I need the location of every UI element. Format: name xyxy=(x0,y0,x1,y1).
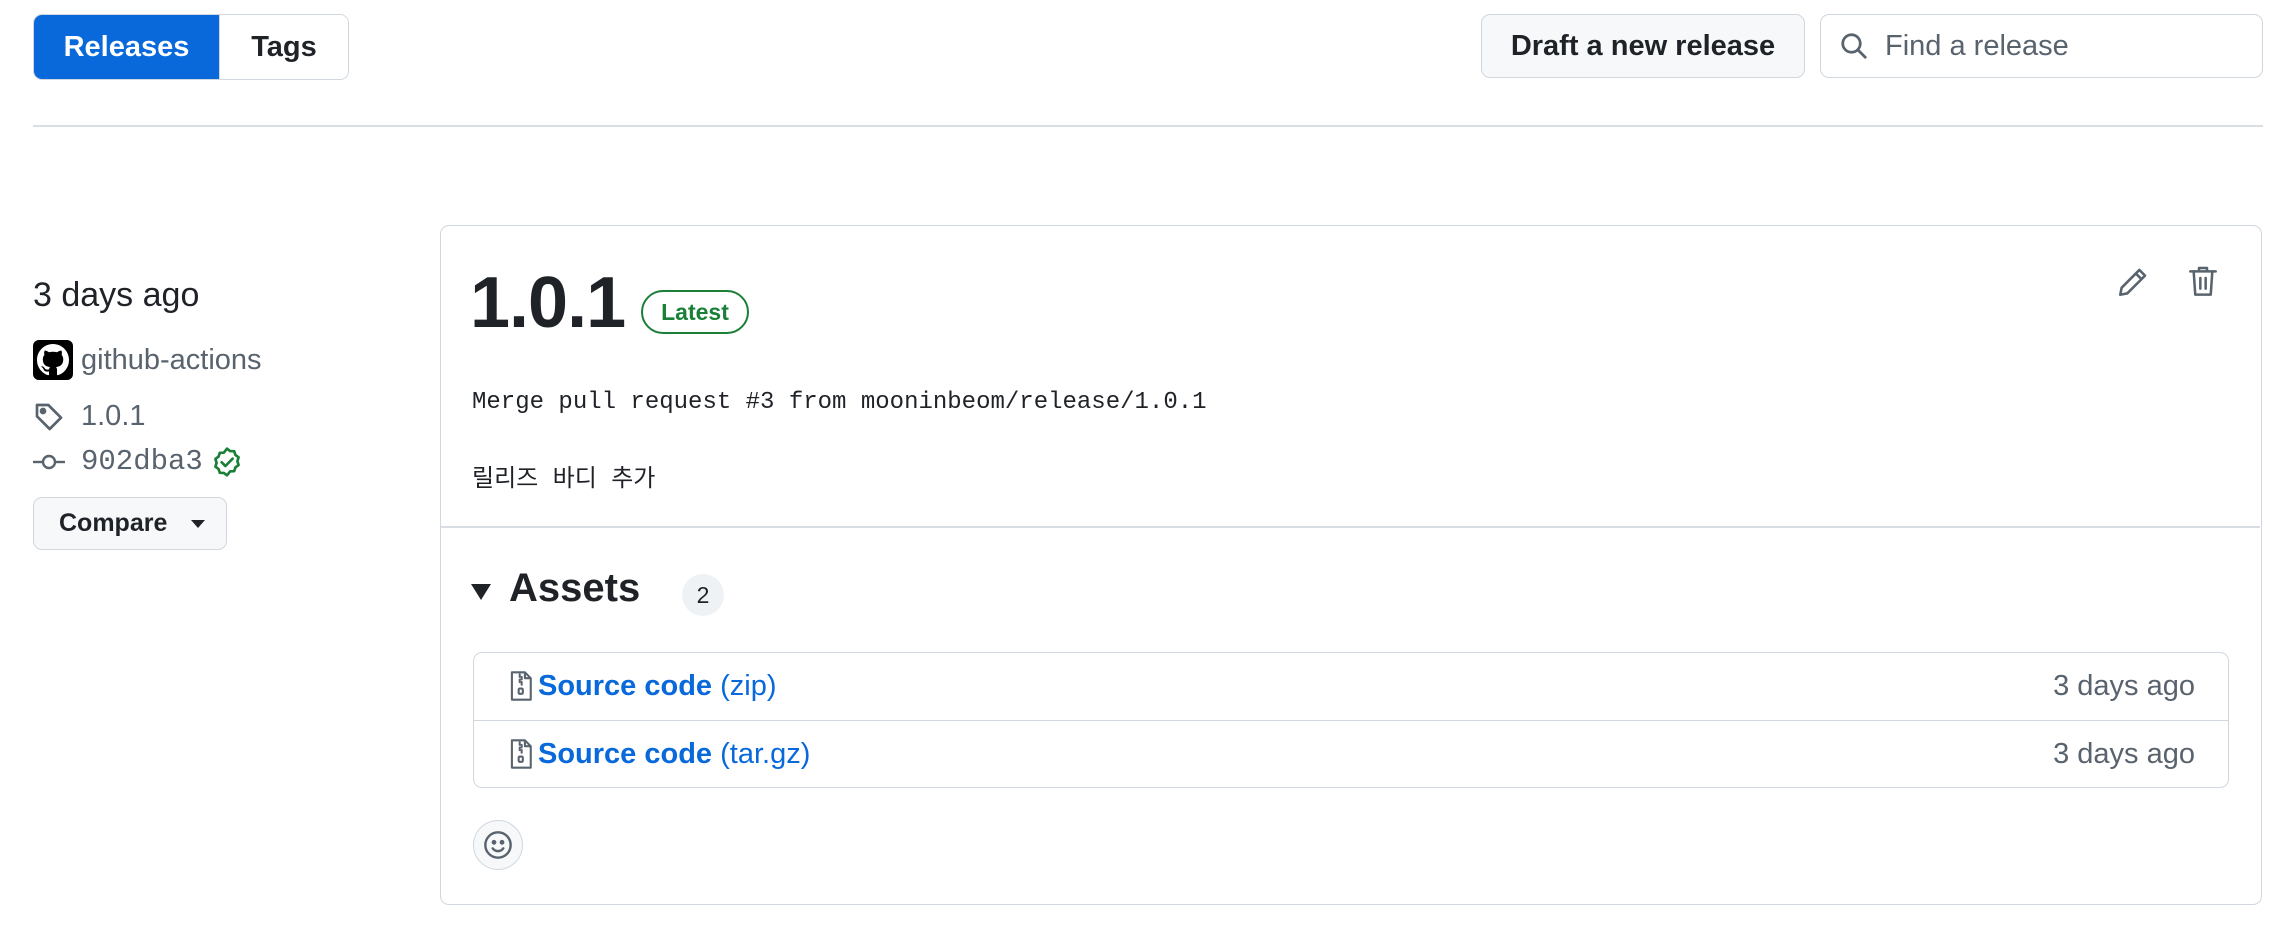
verified-check-icon[interactable] xyxy=(211,446,243,478)
card-divider xyxy=(441,526,2260,528)
release-body-line-2: 릴리즈 바디 추가 xyxy=(472,467,656,494)
list-item: Source code (zip) 3 days ago xyxy=(474,653,2228,719)
smiley-icon xyxy=(484,831,512,859)
release-commit[interactable]: 902dba3 xyxy=(33,445,243,478)
latest-badge: Latest xyxy=(641,290,749,334)
trash-icon[interactable] xyxy=(2187,264,2219,300)
tab-tags[interactable]: Tags xyxy=(219,15,348,79)
triangle-down-icon xyxy=(191,519,206,528)
file-zip-icon xyxy=(510,739,532,769)
release-body-line-1: Merge pull request #3 from mooninbeom/re… xyxy=(472,389,1207,416)
release-author[interactable]: github-actions xyxy=(33,340,262,380)
tag-label: 1.0.1 xyxy=(81,400,146,432)
assets-list: Source code (zip) 3 days ago Source code… xyxy=(473,652,2229,788)
file-zip-icon xyxy=(510,671,532,701)
asset-link-zip[interactable]: Source code (zip) xyxy=(538,670,777,703)
assets-count-badge: 2 xyxy=(682,574,724,616)
release-date: 3 days ago xyxy=(33,276,200,314)
asset-date: 3 days ago xyxy=(2053,669,2195,702)
pencil-icon[interactable] xyxy=(2116,265,2150,299)
draft-new-release-button[interactable]: Draft a new release xyxy=(1481,14,1805,78)
release-tag[interactable]: 1.0.1 xyxy=(33,400,146,433)
search-icon xyxy=(1841,33,1867,59)
assets-toggle-icon[interactable] xyxy=(471,584,491,600)
search-input[interactable] xyxy=(1883,28,2247,64)
compare-dropdown[interactable]: Compare xyxy=(33,497,227,550)
list-item: Source code (tar.gz) 3 days ago xyxy=(474,720,2228,787)
compare-label: Compare xyxy=(59,509,168,537)
header-divider xyxy=(33,125,2263,127)
git-commit-icon xyxy=(33,454,65,469)
assets-heading[interactable]: Assets xyxy=(509,566,640,611)
commit-sha: 902dba3 xyxy=(81,445,203,478)
release-tabs: Releases Tags xyxy=(33,14,349,80)
tag-icon xyxy=(35,403,63,430)
search-box xyxy=(1820,14,2263,78)
author-name: github-actions xyxy=(81,343,262,376)
github-logo-icon xyxy=(37,344,69,376)
asset-link-targz[interactable]: Source code (tar.gz) xyxy=(538,738,810,771)
release-title[interactable]: 1.0.1 xyxy=(470,262,626,344)
avatar xyxy=(33,340,73,380)
add-reaction-button[interactable] xyxy=(473,820,523,870)
tab-releases[interactable]: Releases xyxy=(34,15,219,79)
asset-date: 3 days ago xyxy=(2053,737,2195,770)
